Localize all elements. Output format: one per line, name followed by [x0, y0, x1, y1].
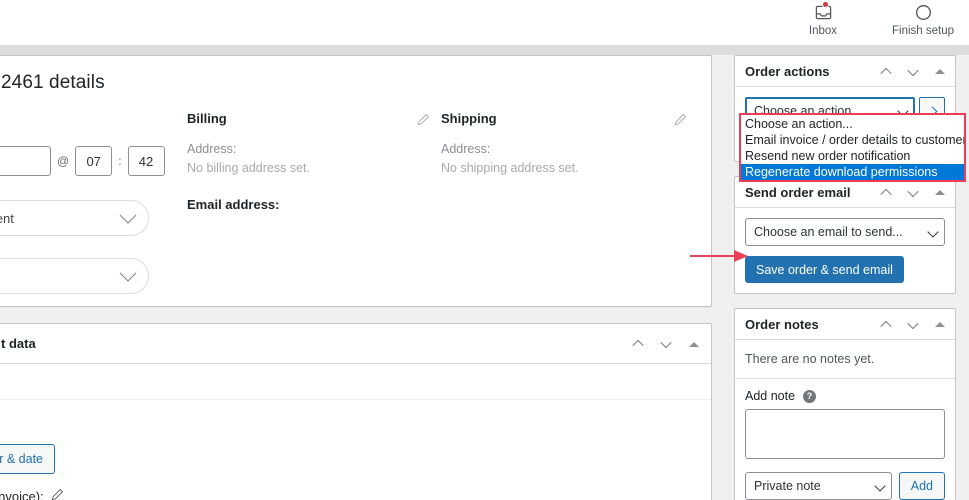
- topbar-actions: Inbox Finish setup: [787, 1, 959, 37]
- billing-email-label: Email address:: [187, 196, 280, 212]
- content-separator: [0, 45, 969, 55]
- inbox-icon: [814, 1, 833, 22]
- choose-email-select-value: Choose an email to send...: [754, 225, 903, 239]
- note-type-select-value: Private note: [754, 479, 821, 493]
- toggle-panel-triangle-up-icon[interactable]: [931, 316, 949, 334]
- shipping-address-value: No shipping address set.: [441, 161, 579, 176]
- shipping-heading: Shipping: [441, 111, 497, 126]
- circle-progress-icon: [914, 2, 933, 22]
- invoice-note-row: d in the invoice):: [0, 488, 64, 500]
- shipping-address-label: Address:: [441, 142, 491, 156]
- order-action-dropdown-options[interactable]: Choose an action... Email invoice / orde…: [739, 113, 966, 182]
- shipping-column: Shipping Address: No shipping address se…: [441, 111, 671, 197]
- browser-viewport: Inbox Finish setup 2461 details @ :: [0, 0, 969, 500]
- move-up-icon[interactable]: [877, 316, 895, 334]
- document-panel-body: number & date d in the invoice):: [0, 364, 711, 500]
- send-order-email-body: Choose an email to send... Save order & …: [735, 208, 955, 293]
- topbar-item-inbox[interactable]: Inbox: [787, 1, 859, 37]
- edit-shipping-pencil-icon[interactable]: [674, 113, 687, 129]
- order-notes-empty-text: There are no notes yet.: [735, 340, 955, 379]
- order-status-select[interactable]: payment: [0, 200, 149, 236]
- order-notes-title: Order notes: [745, 316, 819, 332]
- order-date-input[interactable]: [0, 146, 51, 176]
- chevron-down-icon: [927, 226, 939, 238]
- send-order-email-box: Send order email Choose an email to send…: [734, 176, 956, 294]
- toggle-panel-triangle-up-icon[interactable]: [931, 63, 949, 81]
- move-down-icon[interactable]: [904, 63, 922, 81]
- order-hour-input[interactable]: [75, 146, 113, 176]
- order-minute-input[interactable]: [127, 146, 165, 176]
- inbox-notification-badge: [821, 1, 829, 8]
- move-up-icon[interactable]: [629, 335, 647, 353]
- page-title: 2461 details: [1, 72, 105, 93]
- billing-heading: Billing: [187, 111, 227, 126]
- billing-column: Billing Address: No billing address set.…: [187, 111, 417, 212]
- order-notes-box: Order notes There are no notes yet. Add …: [734, 308, 956, 500]
- topbar-item-label: Finish setup: [891, 25, 954, 37]
- order-status-value: payment: [0, 210, 14, 226]
- add-note-label-row: Add note ?: [745, 389, 945, 403]
- send-order-email-title: Send order email: [745, 184, 851, 200]
- document-panel-controls: [629, 324, 703, 364]
- add-note-footer: Private note Add: [745, 472, 945, 500]
- toggle-panel-triangle-up-icon[interactable]: [685, 335, 703, 353]
- move-down-icon[interactable]: [657, 335, 675, 353]
- set-invoice-number-date-button[interactable]: number & date: [0, 444, 55, 474]
- dropdown-option[interactable]: Resend new order notification: [741, 148, 964, 164]
- billing-address-value: No billing address set.: [187, 161, 310, 176]
- chevron-down-icon: [874, 480, 886, 492]
- order-main-column: 2461 details @ : payment Billing Address…: [0, 55, 712, 500]
- toggle-panel-triangle-up-icon[interactable]: [931, 184, 949, 202]
- order-actions-title: Order actions: [745, 63, 830, 79]
- note-type-select-wrap: Private note: [745, 472, 892, 500]
- add-note-button[interactable]: Add: [898, 472, 945, 500]
- billing-address-label: Address:: [187, 142, 237, 156]
- move-up-icon[interactable]: [877, 184, 895, 202]
- order-notes-controls: [877, 309, 949, 340]
- woocommerce-admin-topbar: Inbox Finish setup: [0, 0, 969, 45]
- dropdown-option-selected[interactable]: Regenerate download permissions: [741, 164, 964, 180]
- edit-billing-pencil-icon[interactable]: [417, 113, 430, 129]
- move-up-icon[interactable]: [877, 63, 895, 81]
- order-customer-select[interactable]: [0, 258, 149, 294]
- order-notes-body: Add note ? Private note Add: [735, 379, 955, 500]
- order-details-panel: 2461 details @ : payment Billing Address…: [0, 55, 712, 307]
- document-data-panel: t data number & date d in the invoice):: [0, 323, 712, 500]
- document-subbar: [0, 364, 711, 400]
- topbar-item-label: Inbox: [808, 25, 838, 37]
- order-notes-header: Order notes: [735, 309, 955, 340]
- edit-invoice-note-pencil-icon[interactable]: [51, 488, 64, 500]
- invoice-note-text: d in the invoice):: [0, 488, 44, 500]
- add-note-label: Add note: [745, 389, 796, 403]
- help-icon[interactable]: ?: [803, 389, 817, 403]
- save-order-send-email-button[interactable]: Save order & send email: [745, 256, 904, 283]
- chevron-down-icon: [119, 206, 137, 224]
- chevron-down-icon: [119, 264, 137, 282]
- order-date-row: @ :: [0, 146, 165, 176]
- dropdown-option[interactable]: Choose an action...: [741, 116, 964, 132]
- colon-symbol: :: [118, 154, 122, 168]
- note-type-select[interactable]: Private note: [745, 472, 892, 500]
- order-actions-controls: [877, 56, 949, 87]
- choose-email-select[interactable]: Choose an email to send...: [745, 218, 945, 246]
- dropdown-option[interactable]: Email invoice / order details to custome…: [741, 132, 964, 148]
- order-actions-header: Order actions: [735, 56, 955, 87]
- add-note-textarea[interactable]: [745, 409, 945, 459]
- document-panel-title: t data: [1, 336, 36, 351]
- move-down-icon[interactable]: [904, 316, 922, 334]
- document-panel-header: t data: [0, 324, 711, 364]
- topbar-item-finish-setup[interactable]: Finish setup: [887, 2, 959, 37]
- move-down-icon[interactable]: [904, 184, 922, 202]
- at-symbol: @: [57, 154, 70, 168]
